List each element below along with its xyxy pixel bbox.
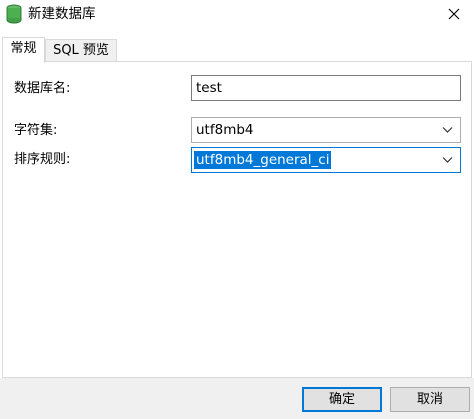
window-title: 新建数据库 xyxy=(28,6,96,22)
close-button[interactable] xyxy=(434,0,474,28)
cancel-button[interactable]: 取消 xyxy=(390,387,470,412)
ok-button[interactable]: 确定 xyxy=(302,387,382,412)
tab-sql-preview[interactable]: SQL 预览 xyxy=(45,39,117,62)
charset-select[interactable]: utf8mb4 xyxy=(191,117,461,143)
database-icon xyxy=(5,4,23,24)
title-bar: 新建数据库 xyxy=(0,0,474,28)
collation-label: 排序规则: xyxy=(14,152,71,167)
database-name-label: 数据库名: xyxy=(14,81,71,96)
database-name-input[interactable] xyxy=(191,75,461,101)
tab-strip: 常规 SQL 预览 xyxy=(0,37,474,63)
collation-select[interactable]: utf8mb4_general_ci xyxy=(191,147,461,173)
collation-value: utf8mb4_general_ci xyxy=(194,151,332,169)
charset-value: utf8mb4 xyxy=(196,122,254,138)
charset-label: 字符集: xyxy=(14,123,58,138)
general-panel: 数据库名: 字符集: utf8mb4 排序规则: utf8mb4_general… xyxy=(2,61,472,378)
button-bar: 确定 取消 xyxy=(0,378,474,419)
chevron-down-icon xyxy=(442,127,453,133)
tab-general[interactable]: 常规 xyxy=(2,37,45,63)
chevron-down-icon xyxy=(442,157,453,163)
close-icon xyxy=(448,8,460,20)
new-database-dialog: 新建数据库 常规 SQL 预览 数据库名: 字符集: utf8mb4 排序规则:… xyxy=(0,0,474,419)
